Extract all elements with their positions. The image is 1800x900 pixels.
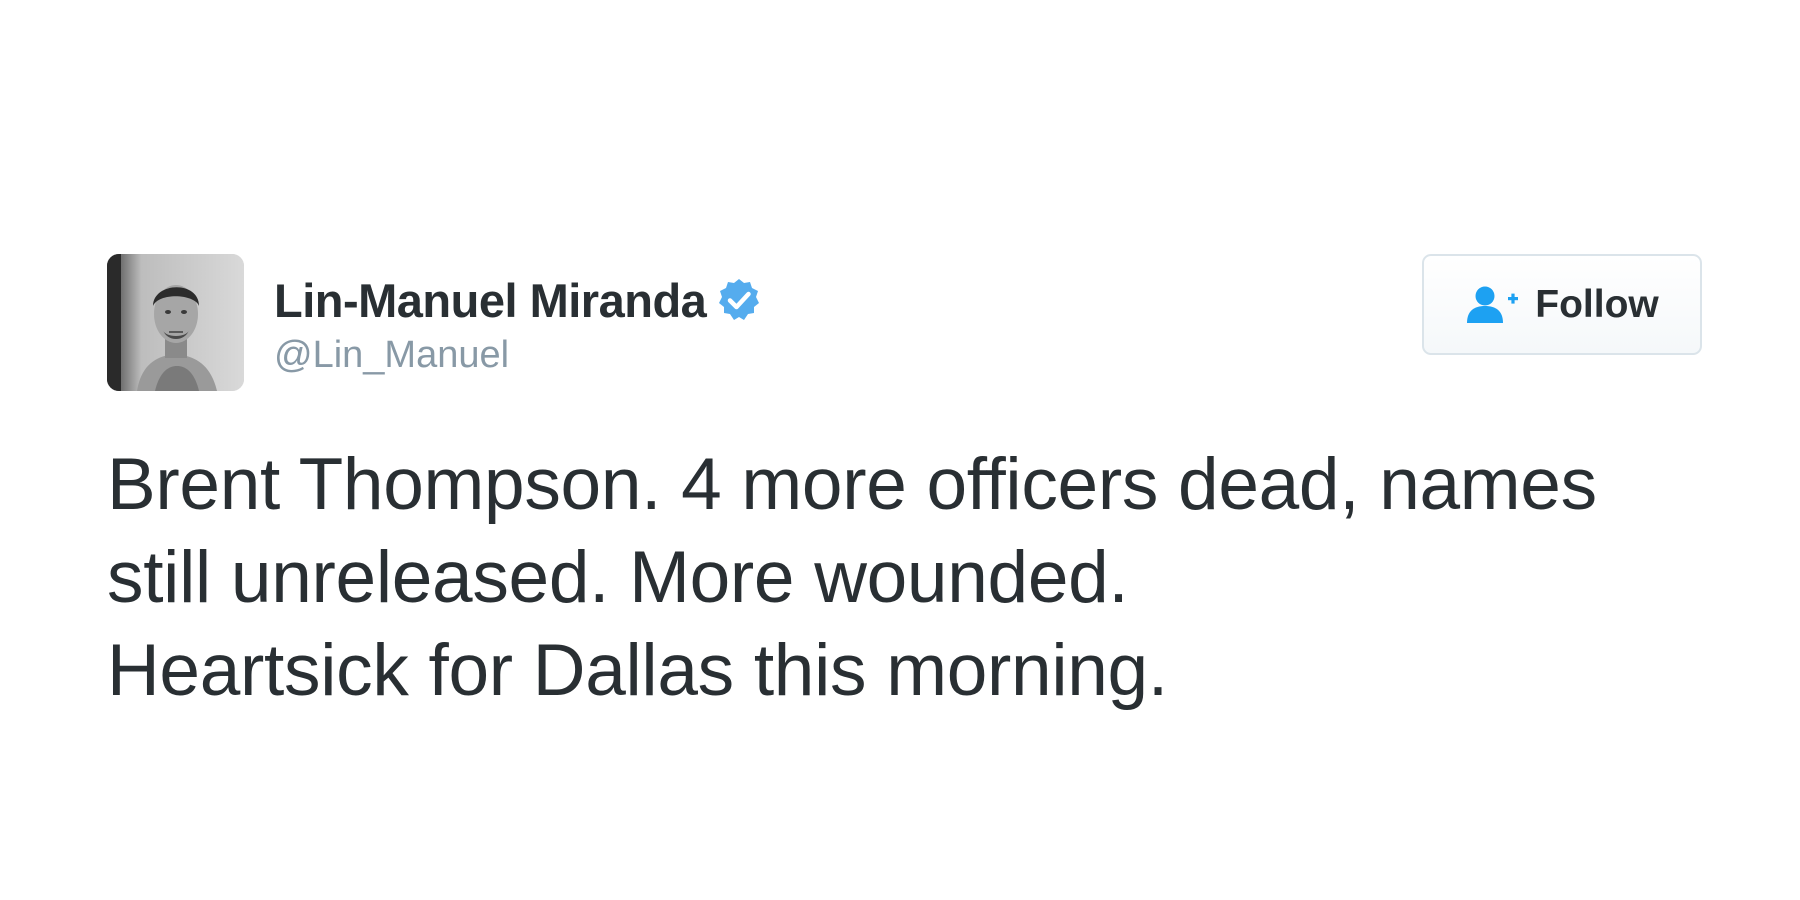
tweet-text: Brent Thompson. 4 more officers dead, na… [107, 438, 1727, 717]
follow-button[interactable]: Follow [1422, 254, 1702, 355]
verified-badge-icon [716, 277, 762, 323]
user-info: Lin-Manuel Miranda @Lin_Manuel [274, 272, 762, 377]
tweet-text-line: Brent Thompson. 4 more officers dead, na… [107, 444, 1597, 525]
display-name[interactable]: Lin-Manuel Miranda [274, 273, 707, 328]
tweet-text-line: still unreleased. More wounded. [107, 537, 1129, 618]
user-handle[interactable]: @Lin_Manuel [274, 334, 762, 377]
name-row: Lin-Manuel Miranda [274, 272, 762, 328]
avatar-photo [107, 254, 244, 391]
follow-button-label: Follow [1535, 282, 1659, 326]
tweet-card: Lin-Manuel Miranda @Lin_Manuel Follow Br… [0, 0, 1800, 900]
tweet-text-line: Heartsick for Dallas this morning. [107, 630, 1168, 711]
avatar[interactable] [107, 254, 244, 391]
add-user-icon [1465, 285, 1521, 325]
